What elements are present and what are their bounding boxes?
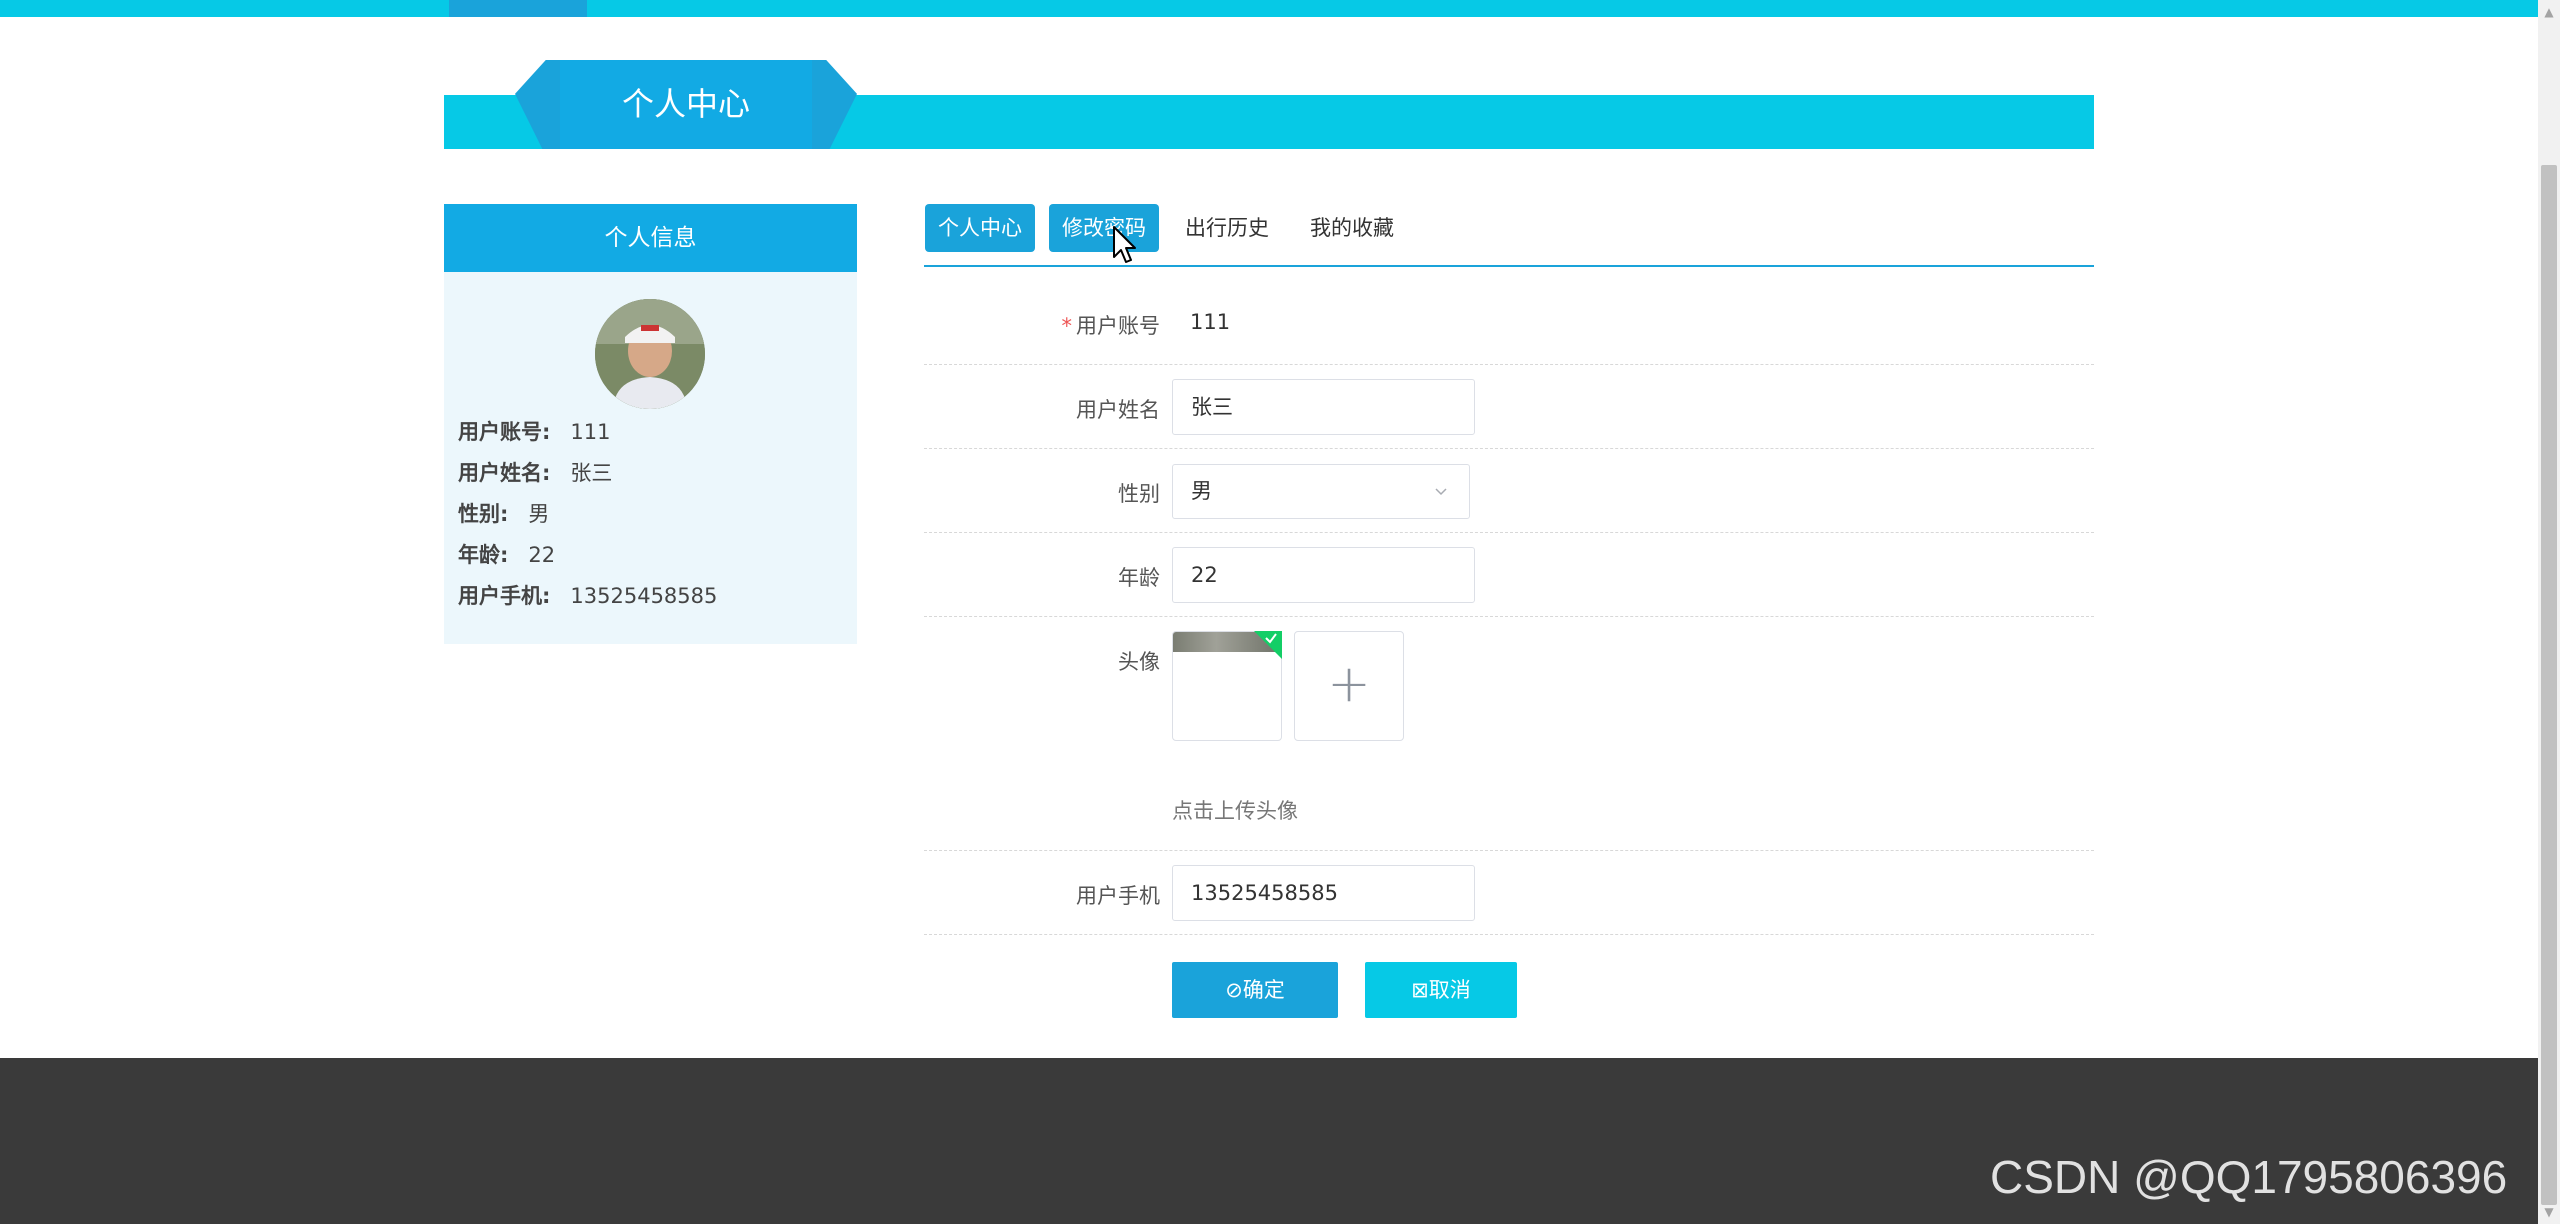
- profile-info-card-title: 个人信息: [444, 204, 857, 272]
- scrollbar-thumb[interactable]: [2541, 165, 2557, 1205]
- account-value: 111: [1190, 310, 1231, 334]
- confirm-button[interactable]: ⊘确定: [1172, 962, 1338, 1018]
- info-row-age: 年龄: 22: [458, 543, 556, 567]
- csdn-watermark: CSDN @QQ1795806396: [1990, 1151, 2508, 1203]
- cancel-button[interactable]: ⊠取消: [1365, 962, 1517, 1018]
- name-label: 用户姓名: [1076, 398, 1160, 422]
- page-title: 个人中心: [621, 85, 750, 123]
- name-input[interactable]: 张三: [1172, 379, 1475, 435]
- row-divider: [924, 532, 2094, 533]
- avatar-label: 头像: [1118, 650, 1160, 674]
- avatar-photo: [595, 299, 705, 409]
- phone-label: 用户手机: [1076, 884, 1160, 908]
- age-label: 年龄: [1118, 566, 1160, 590]
- avatar: [595, 299, 705, 409]
- tab-travel-history[interactable]: 出行历史: [1175, 204, 1279, 252]
- chevron-down-icon[interactable]: [1433, 483, 1449, 499]
- top-nav-bar: [0, 0, 2538, 17]
- info-row-name: 用户姓名: 张三: [458, 461, 613, 485]
- gender-select[interactable]: 男: [1172, 464, 1470, 519]
- required-asterisk: *: [1061, 314, 1073, 338]
- scroll-down-arrow-icon[interactable]: ▼: [2541, 1204, 2557, 1220]
- info-row-account: 用户账号: 111: [458, 420, 611, 444]
- tab-underline: [924, 265, 2094, 267]
- row-divider: [924, 616, 2094, 617]
- top-nav-active-tab[interactable]: [449, 0, 587, 17]
- row-divider: [924, 850, 2094, 851]
- info-row-gender: 性别: 男: [458, 502, 550, 526]
- mouse-cursor-icon: [1112, 225, 1138, 265]
- info-row-phone: 用户手机: 13525458585: [458, 584, 718, 608]
- check-icon: [1262, 631, 1280, 649]
- row-divider: [924, 364, 2094, 365]
- scroll-up-arrow-icon[interactable]: ▲: [2541, 4, 2557, 20]
- tab-my-favorites[interactable]: 我的收藏: [1298, 204, 1406, 252]
- upload-add-button[interactable]: +: [1294, 631, 1404, 741]
- account-label: * 用户账号: [1061, 314, 1161, 338]
- age-input[interactable]: 22: [1172, 547, 1475, 603]
- row-divider: [924, 448, 2094, 449]
- tab-profile[interactable]: 个人中心: [925, 204, 1035, 252]
- row-divider: [924, 934, 2094, 935]
- phone-input[interactable]: 13525458585: [1172, 865, 1475, 921]
- tab-change-password[interactable]: 修改密码: [1049, 204, 1159, 252]
- upload-hint: 点击上传头像: [1172, 799, 1298, 823]
- gender-label: 性别: [1118, 482, 1160, 506]
